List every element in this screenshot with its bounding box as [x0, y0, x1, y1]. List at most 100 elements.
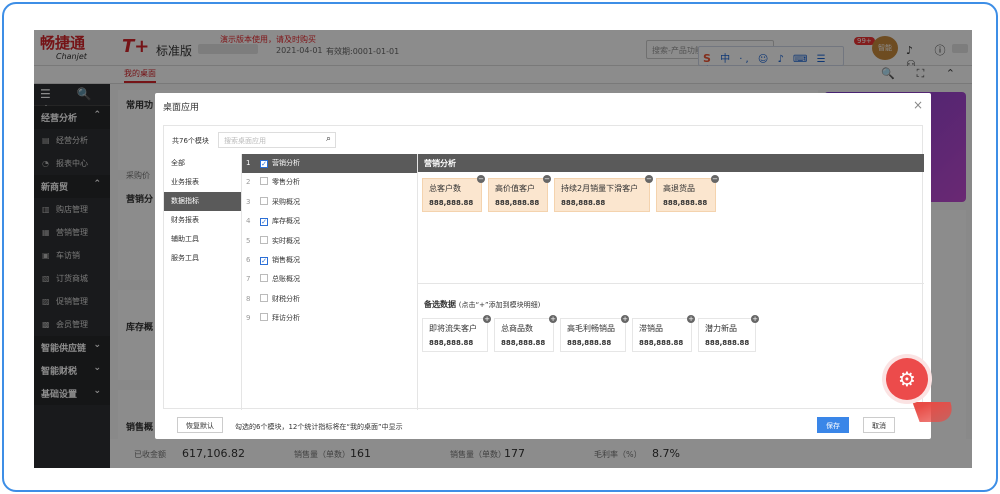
candidate-metric-tile[interactable]: 总商品数 888,888.88 + — [494, 315, 557, 352]
candidate-metric-tile[interactable]: 高毛利畅销品 888,888.88 + — [560, 315, 629, 352]
remove-icon[interactable]: − — [543, 175, 551, 183]
save-button[interactable]: 保存 — [817, 417, 849, 433]
candidate-title: 备选数据 (点击“+”添加到模块明细) — [424, 300, 541, 309]
metric-value: 888,888.88 — [561, 199, 606, 207]
candidate-metric-tile[interactable]: 潜力新品 888,888.88 + — [698, 315, 759, 352]
screenshot-frame: 畅捷通 Chanjet T+ 标准版 演示版本使用，请及时购买 2021-04-… — [2, 2, 998, 492]
metric-value: 888,888.88 — [639, 339, 684, 347]
metric-value: 888,888.88 — [429, 339, 474, 347]
module-checkbox[interactable] — [260, 177, 268, 186]
module-item[interactable]: 4 ✓ 库存概况 — [242, 212, 417, 231]
add-icon[interactable]: + — [751, 315, 759, 323]
module-item[interactable]: 1 ✓ 营销分析 — [242, 154, 417, 174]
desktop-apps-dialog: 桌面应用 × 共76个模块 搜索桌面应用 ⌕ 全部 业务报表 数据指标 财务报表 辅助工… — [155, 93, 931, 439]
module-label: 拜访分析 — [272, 314, 300, 323]
module-checkbox[interactable]: ✓ — [260, 160, 268, 168]
dialog-title: 桌面应用 — [163, 103, 200, 113]
app-window: 畅捷通 Chanjet T+ 标准版 演示版本使用，请及时购买 2021-04-… — [34, 30, 972, 468]
module-index: 3 — [246, 197, 251, 206]
dialog-footer: 恢复默认 勾选的6个模块，12个统计指标将在“我的桌面”中显示 保存 取消 — [155, 411, 931, 439]
module-label: 财税分析 — [272, 294, 300, 303]
module-index: 2 — [246, 178, 251, 187]
module-item[interactable]: 6 ✓ 销售概况 — [242, 251, 417, 270]
footer-summary: 勾选的6个模块，12个统计指标将在“我的桌面”中显示 — [235, 423, 403, 431]
add-icon[interactable]: + — [483, 315, 491, 323]
metric-value: 888,888.88 — [663, 199, 708, 207]
module-label: 采购概况 — [272, 197, 300, 206]
candidate-metric-tile[interactable]: 滞销品 888,888.88 + — [632, 315, 695, 352]
category-item[interactable]: 服务工具 — [164, 249, 241, 268]
module-index: 4 — [246, 217, 251, 226]
add-icon[interactable]: + — [549, 315, 557, 323]
metric-label: 潜力新品 — [705, 324, 737, 333]
category-item[interactable]: 业务报表 — [164, 173, 241, 192]
remove-icon[interactable]: − — [711, 175, 719, 183]
selected-metric-tile[interactable]: 总客户数 888,888.88 − — [422, 175, 485, 212]
module-item[interactable]: 5 实时概况 — [242, 232, 417, 251]
module-index: 1 — [246, 159, 251, 167]
selected-metric-tile[interactable]: 高退货品 888,888.88 − — [656, 175, 719, 212]
metric-value: 888,888.88 — [567, 339, 612, 347]
module-label: 营销分析 — [272, 159, 300, 167]
category-item[interactable]: 财务报表 — [164, 211, 241, 230]
metric-label: 高毛利畅销品 — [567, 324, 615, 333]
app-search-input[interactable]: 搜索桌面应用 ⌕ — [218, 132, 336, 148]
module-checkbox[interactable] — [260, 293, 268, 302]
module-checkbox[interactable]: ✓ — [260, 218, 268, 227]
module-checkbox[interactable] — [260, 274, 268, 283]
module-checkbox[interactable] — [260, 196, 268, 205]
module-list: 1 ✓ 营销分析 2 零售分析 3 采购概况 4 ✓ 库存概况 5 实时概况 6 ✓ 销售概况 7 总账概况 8 财… — [242, 154, 418, 410]
metric-label: 即将流失客户 — [429, 324, 477, 333]
metric-value: 888,888.88 — [495, 199, 540, 207]
candidate-metric-tile[interactable]: 即将流失客户 888,888.88 + — [422, 315, 491, 352]
module-checkbox[interactable] — [260, 235, 268, 244]
module-index: 7 — [246, 275, 251, 284]
module-index: 8 — [246, 294, 251, 303]
candidate-section: 备选数据 (点击“+”添加到模块明细) 即将流失客户 888,888.88 + 总商品… — [418, 296, 924, 372]
add-icon[interactable]: + — [687, 315, 695, 323]
metric-label: 高价值客户 — [495, 184, 535, 193]
selected-section: 营销分析 总客户数 888,888.88− 高价值客户 888,888.88− 持续2月… — [418, 154, 924, 284]
close-icon[interactable]: × — [913, 98, 923, 112]
section-title: 营销分析 — [418, 154, 924, 172]
category-item[interactable]: 数据指标 — [164, 192, 241, 211]
module-item[interactable]: 3 采购概况 — [242, 193, 417, 212]
module-item[interactable]: 8 财税分析 — [242, 290, 417, 309]
module-label: 库存概况 — [272, 217, 300, 226]
module-checkbox[interactable] — [260, 313, 268, 322]
metric-label: 高退货品 — [663, 184, 695, 193]
remove-icon[interactable]: − — [645, 175, 653, 183]
module-item[interactable]: 9 拜访分析 — [242, 309, 417, 328]
module-item[interactable]: 7 总账概况 — [242, 270, 417, 289]
metric-label: 总商品数 — [501, 324, 533, 333]
metric-value: 888,888.88 — [705, 339, 750, 347]
module-label: 总账概况 — [272, 275, 300, 284]
category-item[interactable]: 辅助工具 — [164, 230, 241, 249]
module-item[interactable]: 2 零售分析 — [242, 173, 417, 192]
module-index: 9 — [246, 314, 251, 323]
selected-metric-tile[interactable]: 高价值客户 888,888.88 − — [488, 175, 551, 212]
module-index: 5 — [246, 236, 251, 245]
metric-value: 888,888.88 — [501, 339, 546, 347]
selected-metric-tile[interactable]: 持续2月销量下滑客户 888,888.88 − — [554, 175, 653, 212]
module-label: 零售分析 — [272, 178, 300, 187]
module-index: 6 — [246, 255, 251, 264]
settings-fab[interactable]: ⚙ — [882, 354, 932, 404]
module-count: 共76个模块 — [172, 137, 209, 145]
metric-value: 888,888.88 — [429, 199, 474, 207]
category-item[interactable]: 全部 — [164, 154, 241, 173]
module-label: 实时概况 — [272, 236, 300, 245]
category-list: 全部 业务报表 数据指标 财务报表 辅助工具 服务工具 — [164, 154, 242, 410]
gear-icon: ⚙ — [886, 358, 928, 400]
dialog-body: 共76个模块 搜索桌面应用 ⌕ 全部 业务报表 数据指标 财务报表 辅助工具 服务工具 1… — [163, 125, 924, 410]
add-icon[interactable]: + — [621, 315, 629, 323]
metric-label: 持续2月销量下滑客户 — [561, 184, 639, 193]
metric-label: 滞销品 — [639, 324, 663, 333]
remove-icon[interactable]: − — [477, 175, 485, 183]
cancel-button[interactable]: 取消 — [863, 417, 895, 433]
search-icon: ⌕ — [325, 134, 331, 144]
module-label: 销售概况 — [272, 255, 300, 264]
reset-default-button[interactable]: 恢复默认 — [177, 417, 223, 433]
candidate-hint: (点击“+”添加到模块明细) — [458, 301, 541, 309]
module-checkbox[interactable]: ✓ — [260, 256, 268, 265]
